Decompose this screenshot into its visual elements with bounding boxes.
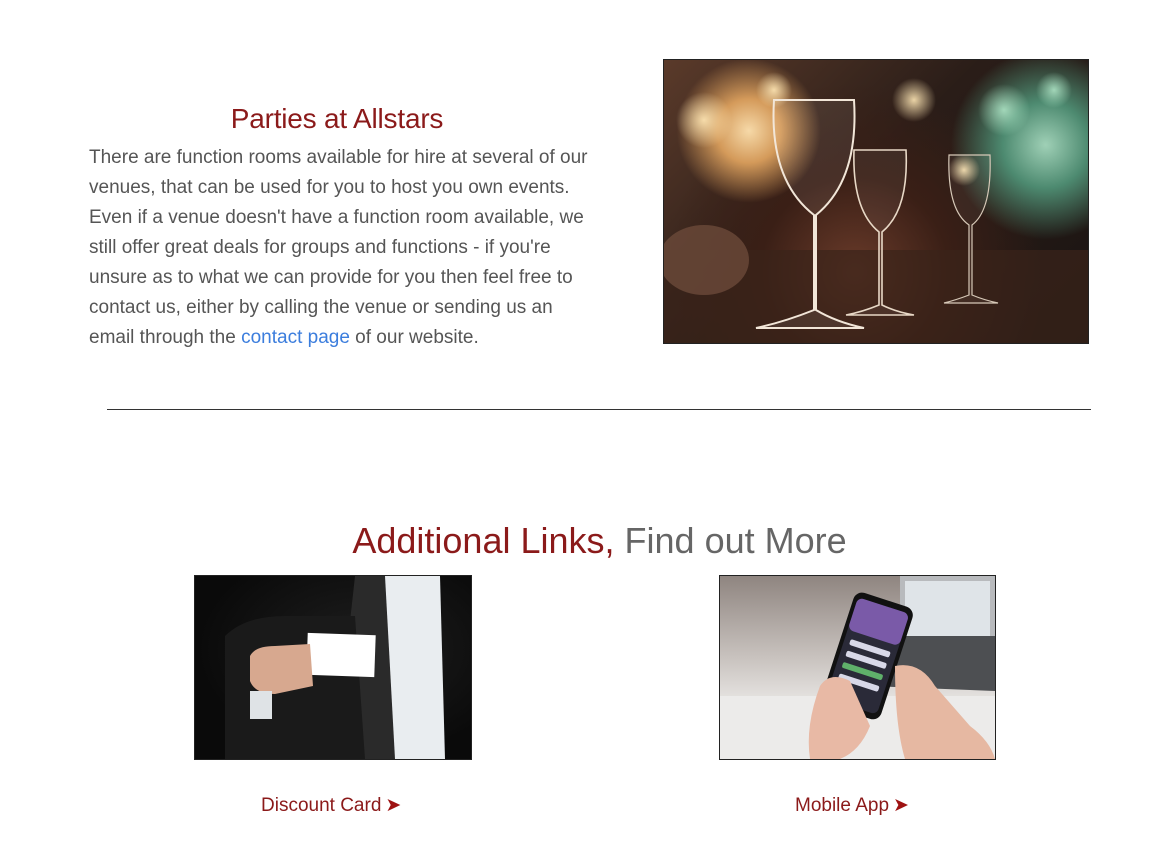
mobile-app-image[interactable] [719,575,996,760]
title-accent: Additional Links, [352,519,615,561]
title-rest: Find out More [614,519,847,561]
contact-page-link[interactable]: contact page [241,327,350,348]
arrow-right-icon: ➤ [893,795,909,816]
section-divider [107,409,1091,410]
arrow-right-icon: ➤ [385,795,402,816]
smartphone-icon [720,576,995,759]
discount-card-label: Discount Card [261,795,382,816]
additional-links-title: Additional Links, Find out More [0,520,1163,562]
mobile-app-label: Mobile App [795,795,890,816]
wine-glass-image [663,59,1089,344]
discount-card-link[interactable]: Discount Card ➤ [261,794,401,817]
business-card-icon [225,576,445,759]
parties-description: There are function rooms available for h… [89,143,589,353]
parties-text-before: There are function rooms available for h… [89,147,588,348]
parties-title: Parties at Allstars [230,103,444,135]
wine-glass-icon [664,72,1088,343]
mobile-app-link[interactable]: Mobile App ➤ [795,794,909,817]
parties-text-after: of our website. [349,327,479,348]
discount-card-image[interactable] [194,575,472,760]
